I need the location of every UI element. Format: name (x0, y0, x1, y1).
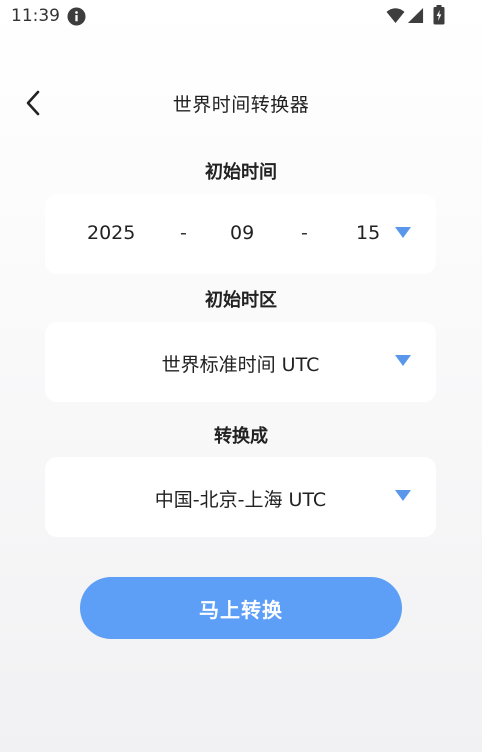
target-timezone-select[interactable]: 中国-北京-上海 UTC (45, 457, 436, 537)
day-value[interactable]: 15 (356, 222, 380, 244)
dropdown-arrow-icon[interactable] (395, 490, 411, 502)
month-value[interactable]: 09 (230, 222, 254, 244)
date-separator: - (301, 222, 308, 244)
info-icon (67, 7, 86, 26)
status-bar: 11:39 (0, 0, 482, 34)
year-value[interactable]: 2025 (87, 222, 135, 244)
dropdown-arrow-icon[interactable] (395, 227, 411, 239)
start-timezone-label: 初始时区 (205, 290, 277, 311)
signal-icon (407, 7, 424, 24)
date-separator: - (180, 222, 187, 244)
target-timezone-value: 中国-北京-上海 UTC (154, 489, 327, 511)
dropdown-arrow-icon[interactable] (395, 355, 411, 367)
target-timezone-label: 转换成 (214, 426, 268, 447)
wifi-icon (386, 8, 405, 24)
start-date-picker[interactable]: 2025 - 09 - 15 (45, 194, 436, 274)
start-timezone-select[interactable]: 世界标准时间 UTC (45, 322, 436, 402)
battery-icon (433, 5, 445, 25)
convert-button[interactable]: 马上转换 (80, 577, 402, 639)
page-title: 世界时间转换器 (172, 94, 310, 116)
start-date-label: 初始时间 (205, 162, 277, 183)
status-time: 11:39 (11, 6, 60, 26)
start-timezone-value: 世界标准时间 UTC (161, 354, 320, 376)
